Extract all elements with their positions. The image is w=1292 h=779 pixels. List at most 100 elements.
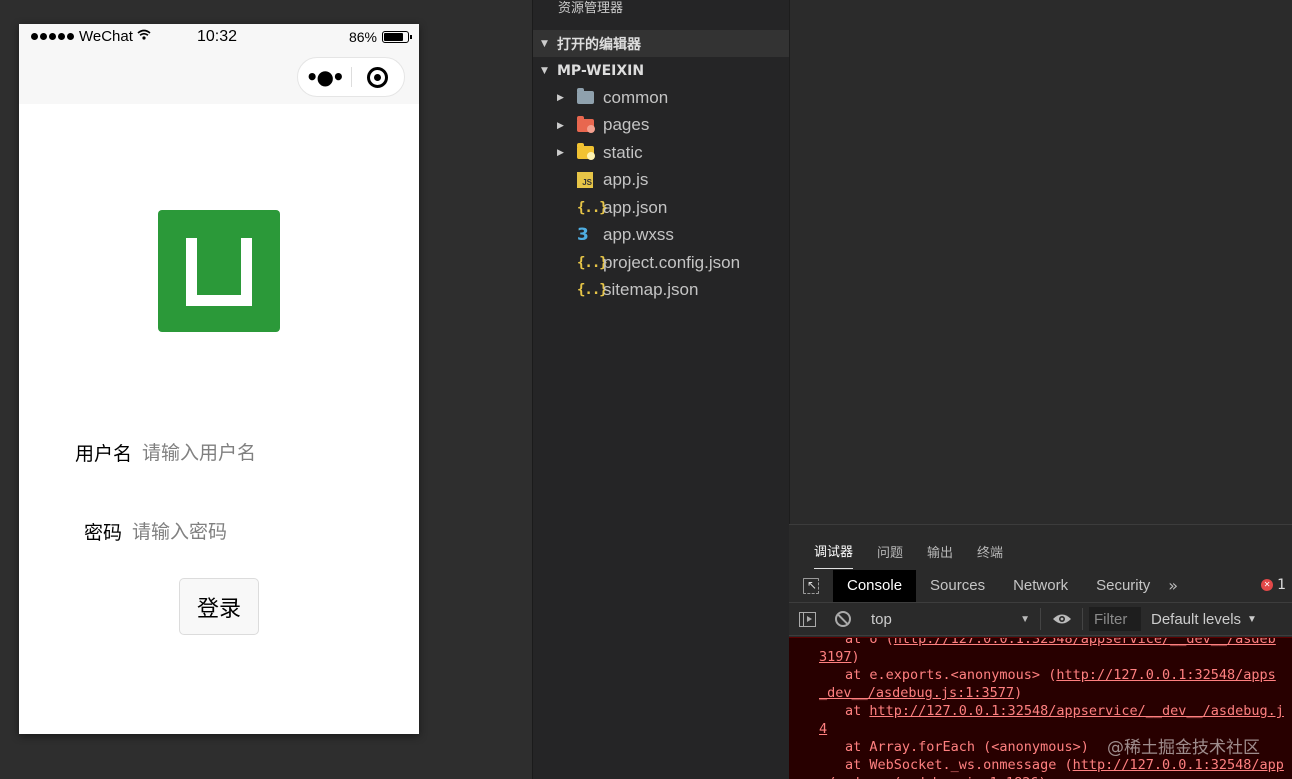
tab-output[interactable]: 输出 <box>927 542 953 569</box>
console-link[interactable]: http://127.0.0.1:32548/appservice/__dev_… <box>869 703 1284 719</box>
console-text: at e.exports.<anonymous> ( <box>845 667 1057 683</box>
tree-item-static[interactable]: ▶ static <box>533 139 789 167</box>
error-count-badge[interactable]: ✕ 1 <box>1261 577 1286 593</box>
tree-item-label: sitemap.json <box>603 280 699 300</box>
folder-icon <box>577 88 594 105</box>
eye-icon[interactable] <box>1041 608 1083 630</box>
console-output: at o (http://127.0.0.1:32548/appservice/… <box>789 637 1292 779</box>
context-value: top <box>871 610 892 628</box>
error-count: 1 <box>1277 577 1286 593</box>
console-link[interactable]: http://127.0.0.1:32548/app <box>1073 757 1284 773</box>
tab-terminal[interactable]: 终端 <box>977 542 1003 569</box>
tree-item-app-js[interactable]: JS app.js <box>533 167 789 195</box>
more-tabs-icon[interactable]: » <box>1168 576 1178 595</box>
console-text: ) <box>1014 685 1023 701</box>
tree-item-common[interactable]: ▶ common <box>533 84 789 112</box>
console-line: e/__dev__/asdebug.js:1:1826) <box>789 774 1292 779</box>
console-toolbar: top ▼ Default levels ▼ <box>789 603 1292 636</box>
battery-status: 86% <box>348 29 412 45</box>
console-line: 4 <box>789 720 1292 738</box>
project-section[interactable]: ▼ MP-WEIXIN <box>533 57 789 84</box>
console-line: at WebSocket._ws.onmessage (http://127.0… <box>789 756 1292 774</box>
console-line: _dev__/asdebug.js:1:3577) <box>789 684 1292 702</box>
tree-item-label: pages <box>603 115 650 135</box>
tree-item-app-wxss[interactable]: 3 app.wxss <box>533 222 789 250</box>
more-dots-icon[interactable]: •●• <box>298 57 351 97</box>
console-line: at http://127.0.0.1:32548/appservice/__d… <box>789 702 1292 720</box>
console-text: ) <box>851 649 860 665</box>
console-link[interactable]: _dev__/asdebug.js:1:3577 <box>819 685 1014 701</box>
console-line: at e.exports.<anonymous> (http://127.0.0… <box>789 666 1292 684</box>
u-logo-icon <box>186 238 252 306</box>
console-link[interactable]: e/__dev__/asdebug.js:1:1826 <box>819 775 1038 779</box>
tree-item-app-json[interactable]: {..} app.json <box>533 194 789 222</box>
folder-static-icon <box>577 143 595 161</box>
console-text: ) <box>1038 775 1046 779</box>
context-select[interactable]: top ▼ <box>861 608 1041 630</box>
password-row: 密码 <box>84 518 333 545</box>
status-time: 10:32 <box>197 28 238 45</box>
tree-item-label: project.config.json <box>603 252 741 272</box>
panel-tabs: 调试器 问题 输出 终端 <box>789 525 1292 569</box>
editor-area <box>789 0 1292 524</box>
chevron-right-icon: ▶ <box>557 92 564 103</box>
tree-item-project-config[interactable]: {..} project.config.json <box>533 249 789 277</box>
console-line: 3197) <box>789 648 1292 666</box>
open-editors-section[interactable]: ▼ 打开的编辑器 <box>533 30 789 57</box>
chevron-right-icon: ▶ <box>557 119 564 130</box>
password-label: 密码 <box>84 522 123 544</box>
tab-security[interactable]: Security <box>1082 570 1164 602</box>
tree-item-label: common <box>603 87 669 107</box>
password-input[interactable] <box>132 520 333 543</box>
project-label: MP-WEIXIN <box>557 62 645 79</box>
wifi-icon <box>137 29 151 44</box>
tree-item-label: static <box>603 142 643 162</box>
log-levels-label: Default levels <box>1151 610 1242 628</box>
log-levels-select[interactable]: Default levels ▼ <box>1151 611 1257 628</box>
tree-item-label: app.json <box>603 197 668 217</box>
debugger-panel: 调试器 问题 输出 终端 Console Sources Network Sec… <box>789 524 1292 779</box>
username-input[interactable] <box>142 441 343 464</box>
console-text: at Array.forEach (<anonymous>) <box>845 739 1089 755</box>
status-bar: WeChat 10:32 86% <box>19 24 419 50</box>
tab-problems[interactable]: 问题 <box>877 542 903 569</box>
error-icon: ✕ <box>1261 579 1274 591</box>
console-line: at o (http://127.0.0.1:32548/appservice/… <box>789 638 1292 648</box>
file-explorer: 资源管理器 ▼ 打开的编辑器 ▼ MP-WEIXIN ▶ common ▶ pa… <box>532 0 789 779</box>
username-label: 用户名 <box>75 443 133 465</box>
app-logo <box>158 210 280 332</box>
devtools-tabs: Console Sources Network Security » ✕ 1 <box>789 569 1292 603</box>
tree-item-pages[interactable]: ▶ pages <box>533 112 789 140</box>
folder-pages-icon <box>577 115 595 133</box>
console-text: at WebSocket._ws.onmessage ( <box>845 757 1073 773</box>
caret-down-icon: ▼ <box>1020 613 1030 625</box>
target-circle-icon[interactable] <box>351 66 404 88</box>
tab-sources[interactable]: Sources <box>916 570 999 602</box>
tree-item-sitemap[interactable]: {..} sitemap.json <box>533 277 789 305</box>
open-editors-label: 打开的编辑器 <box>557 36 641 53</box>
tree-item-label: app.wxss <box>603 225 674 245</box>
console-link[interactable]: http://127.0.0.1:32548/apps <box>1056 667 1275 683</box>
filter-input[interactable] <box>1089 607 1141 631</box>
tree-item-label: app.js <box>603 170 649 190</box>
capsule-menu: •●• <box>297 57 405 97</box>
chevron-down-icon: ▼ <box>541 38 548 49</box>
tab-debugger[interactable]: 调试器 <box>814 541 854 569</box>
sidebar-toggle-icon[interactable] <box>789 611 825 627</box>
explorer-title: 资源管理器 <box>558 1 624 16</box>
js-file-icon: JS <box>577 172 593 189</box>
battery-percent: 86% <box>348 29 377 45</box>
login-button[interactable]: 登录 <box>179 578 259 635</box>
clear-console-icon[interactable] <box>825 611 861 627</box>
tab-console[interactable]: Console <box>833 569 917 602</box>
console-link[interactable]: 3197 <box>819 649 852 665</box>
username-row: 用户名 <box>75 439 343 466</box>
console-link[interactable]: http://127.0.0.1:32548/appservice/__dev_… <box>894 638 1276 647</box>
css-file-icon: 3 <box>577 225 589 246</box>
chevron-down-icon: ▼ <box>541 65 548 76</box>
console-link[interactable]: 4 <box>819 721 827 737</box>
console-text: at <box>845 703 870 719</box>
tab-network[interactable]: Network <box>999 570 1082 602</box>
signal-indicator: WeChat <box>31 28 151 45</box>
inspect-element-icon[interactable] <box>789 577 833 594</box>
